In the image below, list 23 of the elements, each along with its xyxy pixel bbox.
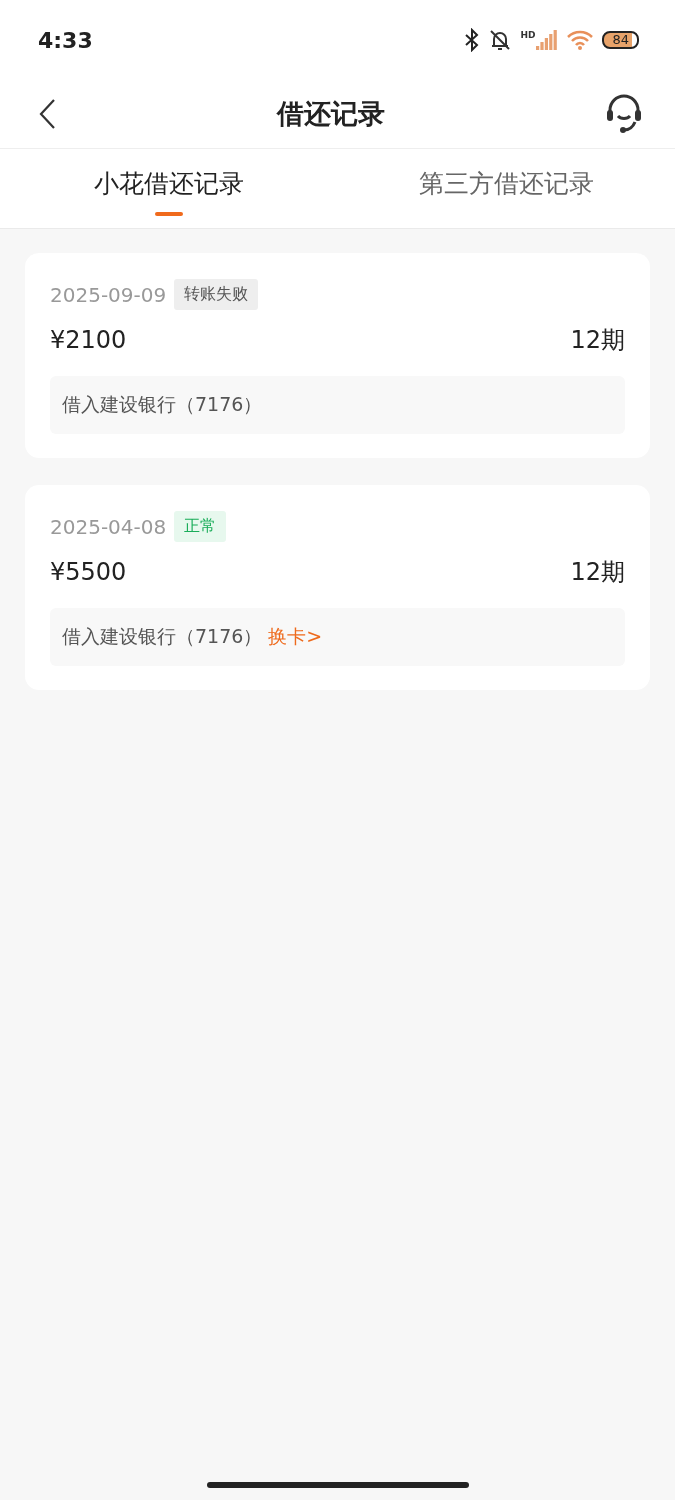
loan-term: 12期: [570, 325, 625, 356]
back-button[interactable]: [38, 98, 56, 130]
loan-term: 12期: [570, 557, 625, 588]
network-type: HD: [520, 30, 536, 40]
headset-icon[interactable]: [605, 94, 643, 134]
bank-account: 借入建设银行（7176）: [62, 392, 263, 417]
bluetooth-icon: [464, 28, 481, 52]
tab[interactable]: 第三方借还记录: [337, 149, 675, 228]
loan-record-card[interactable]: 2025-09-09 转账失败 ¥2100 12期 借入建设银行（7176）: [25, 253, 650, 458]
wifi-icon: [566, 29, 595, 51]
status-tag: 正常: [174, 511, 227, 542]
signal-icon: [536, 30, 559, 50]
record-date: 2025-04-08: [50, 514, 167, 539]
loan-amount: ¥2100: [50, 326, 127, 354]
bank-account: 借入建设银行（7176）: [62, 624, 263, 649]
status-time: 4:33: [38, 27, 93, 53]
page-title: 借还记录: [276, 97, 385, 131]
battery-indicator: 84: [602, 31, 639, 49]
status-tag: 转账失败: [174, 279, 259, 310]
loan-amount: ¥5500: [50, 558, 127, 586]
tab[interactable]: 小花借还记录: [0, 149, 338, 228]
loan-record-card[interactable]: 2025-04-08 正常 ¥5500 12期 借入建设银行（7176） 换卡>: [25, 485, 650, 690]
record-date: 2025-09-09: [50, 282, 167, 307]
